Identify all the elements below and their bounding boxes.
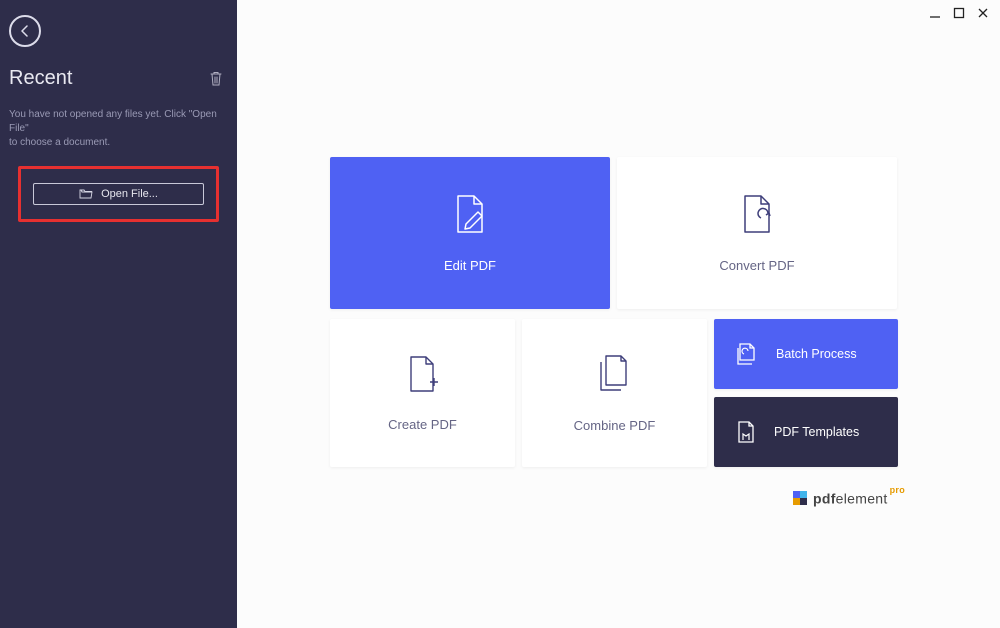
recent-title: Recent	[9, 67, 72, 90]
folder-open-icon	[79, 188, 93, 200]
batch-process-tile[interactable]: Batch Process	[714, 319, 898, 389]
pdf-templates-icon	[736, 420, 756, 444]
logo-icon	[793, 491, 807, 505]
tile-label: PDF Templates	[774, 425, 859, 439]
brand-logo-text: pdfelementpro	[793, 490, 905, 507]
sidebar: Recent You have not opened any files yet…	[0, 0, 237, 628]
convert-pdf-tile[interactable]: Convert PDF	[617, 157, 897, 309]
chevron-left-icon	[19, 25, 31, 37]
batch-process-icon	[736, 342, 758, 366]
edit-pdf-icon	[452, 194, 488, 234]
main-area: Edit PDF Convert PDF	[237, 0, 1000, 628]
combine-pdf-tile[interactable]: Combine PDF	[522, 319, 707, 467]
create-pdf-icon	[406, 355, 440, 393]
back-button[interactable]	[9, 15, 41, 47]
maximize-button[interactable]	[952, 6, 966, 20]
convert-pdf-icon	[739, 194, 775, 234]
tile-label: Edit PDF	[444, 258, 496, 273]
close-button[interactable]	[976, 6, 990, 20]
tile-label: Batch Process	[776, 347, 857, 361]
highlight-annotation: Open File...	[18, 166, 219, 222]
combine-pdf-icon	[596, 354, 634, 394]
create-pdf-tile[interactable]: Create PDF	[330, 319, 515, 467]
window-controls	[928, 6, 990, 20]
edit-pdf-tile[interactable]: Edit PDF	[330, 157, 610, 309]
minimize-icon	[929, 7, 941, 19]
minimize-button[interactable]	[928, 6, 942, 20]
pdf-templates-tile[interactable]: PDF Templates	[714, 397, 898, 467]
trash-icon[interactable]	[209, 71, 223, 87]
close-icon	[977, 7, 989, 19]
tile-label: Create PDF	[388, 417, 457, 432]
tile-label: Combine PDF	[574, 418, 656, 433]
recent-empty-message: You have not opened any files yet. Click…	[0, 108, 237, 150]
tile-label: Convert PDF	[719, 258, 794, 273]
maximize-icon	[953, 7, 965, 19]
open-file-button[interactable]: Open File...	[33, 183, 204, 205]
